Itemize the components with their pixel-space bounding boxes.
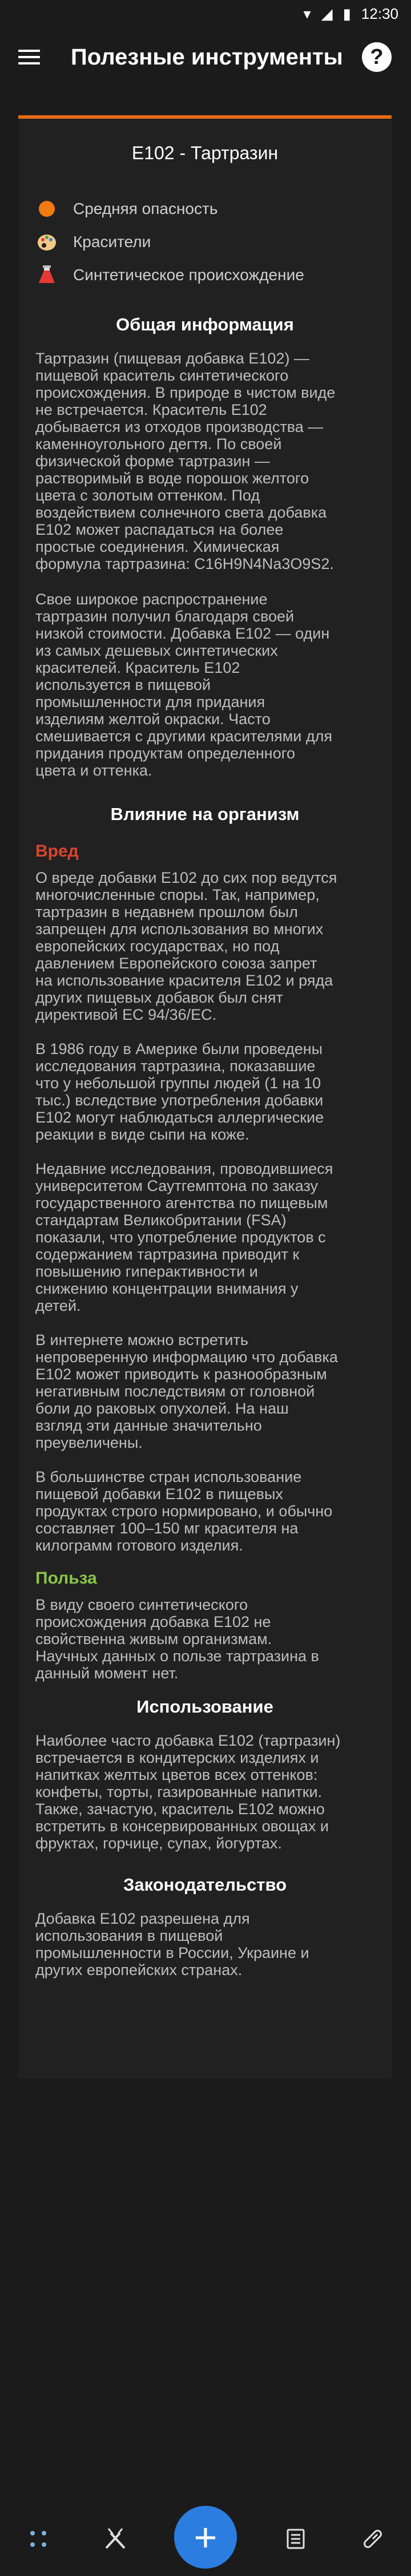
law-paragraph: Добавка E102 разрешена для использования… [35,1910,309,1979]
clock: 12:30 [361,5,398,22]
battery-icon: ▮ [342,5,351,22]
help-button[interactable]: ? [362,42,392,72]
status-bar: ▾ ◢ ▮ 12:30 [0,0,411,27]
add-button[interactable]: + [174,2506,237,2569]
origin-label: Синтетическое происхождение [73,266,304,284]
harm-paragraph-4: В интернете можно встретить непроверенну… [35,1331,338,1451]
harm-label: Вред [35,842,79,861]
additive-title: E102 - Тартразин [131,143,279,163]
general-info-paragraph-2: Свое широкое распространение тартразин п… [35,591,332,779]
additive-card: E102 - Тартразин Средняя опасность Краси… [18,115,392,2078]
grid-icon[interactable] [20,2521,57,2557]
signal-icon: ◢ [321,5,333,22]
law-heading: Законодательство [123,1875,287,1895]
attribute-list: Средняя опасность Красители Синтетическо… [18,192,392,292]
benefit-paragraph: В виду своего синтетического происхожден… [35,1596,319,1682]
general-info-heading: Общая информация [116,314,294,334]
general-info-paragraph-1: Тартразин (пищевая добавка E102) — пищев… [35,350,336,572]
category-label: Красители [73,233,151,251]
harm-paragraph-1: О вреде добавки E102 до сих пор ведутся … [35,869,337,1023]
list-icon[interactable] [277,2521,314,2557]
usage-paragraph: Наиболее часто добавка E102 (тартразин) … [35,1732,341,1852]
harm-paragraph-5: В большинстве стран использование пищево… [35,1468,333,1554]
benefit-label: Польза [35,1569,97,1588]
palette-icon [35,231,58,253]
harm-paragraph-2: В 1986 году в Америке были проведены исс… [35,1040,324,1143]
origin-item: Синтетическое происхождение [35,259,392,292]
pill-icon[interactable] [354,2521,391,2557]
menu-icon[interactable] [18,43,46,71]
fork-knife-icon[interactable] [97,2521,134,2557]
harm-paragraph-3: Недавние исследования, проводившиеся уни… [35,1160,333,1314]
app-bar: Полезные инструменты ? [0,27,411,87]
orange-dot-icon [35,197,58,220]
effects-heading: Влияние на организм [110,804,300,824]
category-item: Красители [35,225,392,259]
bottom-navigation: + [0,2502,411,2576]
danger-level-item: Средняя опасность [35,192,392,225]
wifi-icon: ▾ [303,5,311,22]
flask-icon [35,264,58,286]
usage-heading: Использование [136,1697,273,1717]
danger-level-label: Средняя опасность [73,200,218,217]
app-title: Полезные инструменты [71,44,343,70]
